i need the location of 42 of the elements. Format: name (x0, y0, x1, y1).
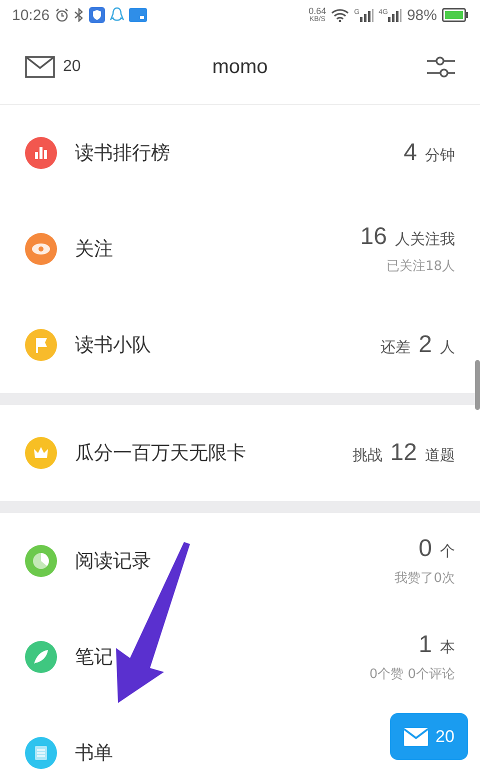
value-unit: 道题 (425, 446, 455, 465)
menu-item[interactable]: 关注 (75, 236, 113, 262)
menu-item[interactable]: 读书排行榜 (75, 140, 170, 166)
menu-item[interactable]: 瓜分一百万天无限卡 (75, 440, 246, 466)
menu-item[interactable]: 读书小队 (75, 332, 151, 358)
menu-item[interactable]: 书单 (75, 740, 113, 766)
value-number: 4 (404, 139, 417, 167)
value-unit: 人 (440, 338, 455, 357)
value-number: 0 (418, 535, 432, 563)
signal-icon (360, 8, 374, 22)
wifi-icon (331, 8, 350, 22)
value-subtext: 我赞了0次 (394, 570, 455, 587)
battery-icon (442, 8, 468, 22)
bluetooth-icon (74, 8, 84, 22)
status-time: 10:26 (12, 6, 50, 24)
network-speed: 0.64 (308, 6, 326, 16)
value-number: 16 (360, 223, 387, 251)
value-prefix: 还差 (380, 338, 411, 357)
value-unit: 分钟 (425, 146, 455, 165)
page-title: momo (212, 56, 268, 78)
value-number: 12 (390, 439, 417, 467)
value-number: 2 (418, 331, 432, 359)
penguin-icon (110, 7, 124, 23)
settings-icon[interactable] (426, 55, 455, 79)
menu-item[interactable]: 阅读记录 (75, 548, 151, 574)
menu-item[interactable]: 笔记 (75, 644, 113, 670)
value-prefix: 挑战 (352, 446, 382, 465)
value-number: 1 (418, 631, 432, 659)
mail-icon[interactable] (25, 56, 55, 78)
shield-icon (88, 7, 105, 23)
value-unit: 人关注我 (395, 230, 455, 249)
value-subtext: 0个赞 0个评论 (369, 666, 455, 683)
scroll-bar (475, 360, 480, 410)
mail-count: 20 (63, 58, 81, 76)
mail-icon (404, 728, 428, 746)
battery-percent: 98% (406, 6, 437, 24)
value-unit: 个 (440, 542, 455, 561)
card-icon (128, 8, 147, 22)
value-subtext: 已关注18人 (386, 258, 455, 275)
signal-icon (388, 8, 402, 22)
value-unit: 本 (440, 638, 455, 657)
alarm-icon (54, 8, 69, 22)
